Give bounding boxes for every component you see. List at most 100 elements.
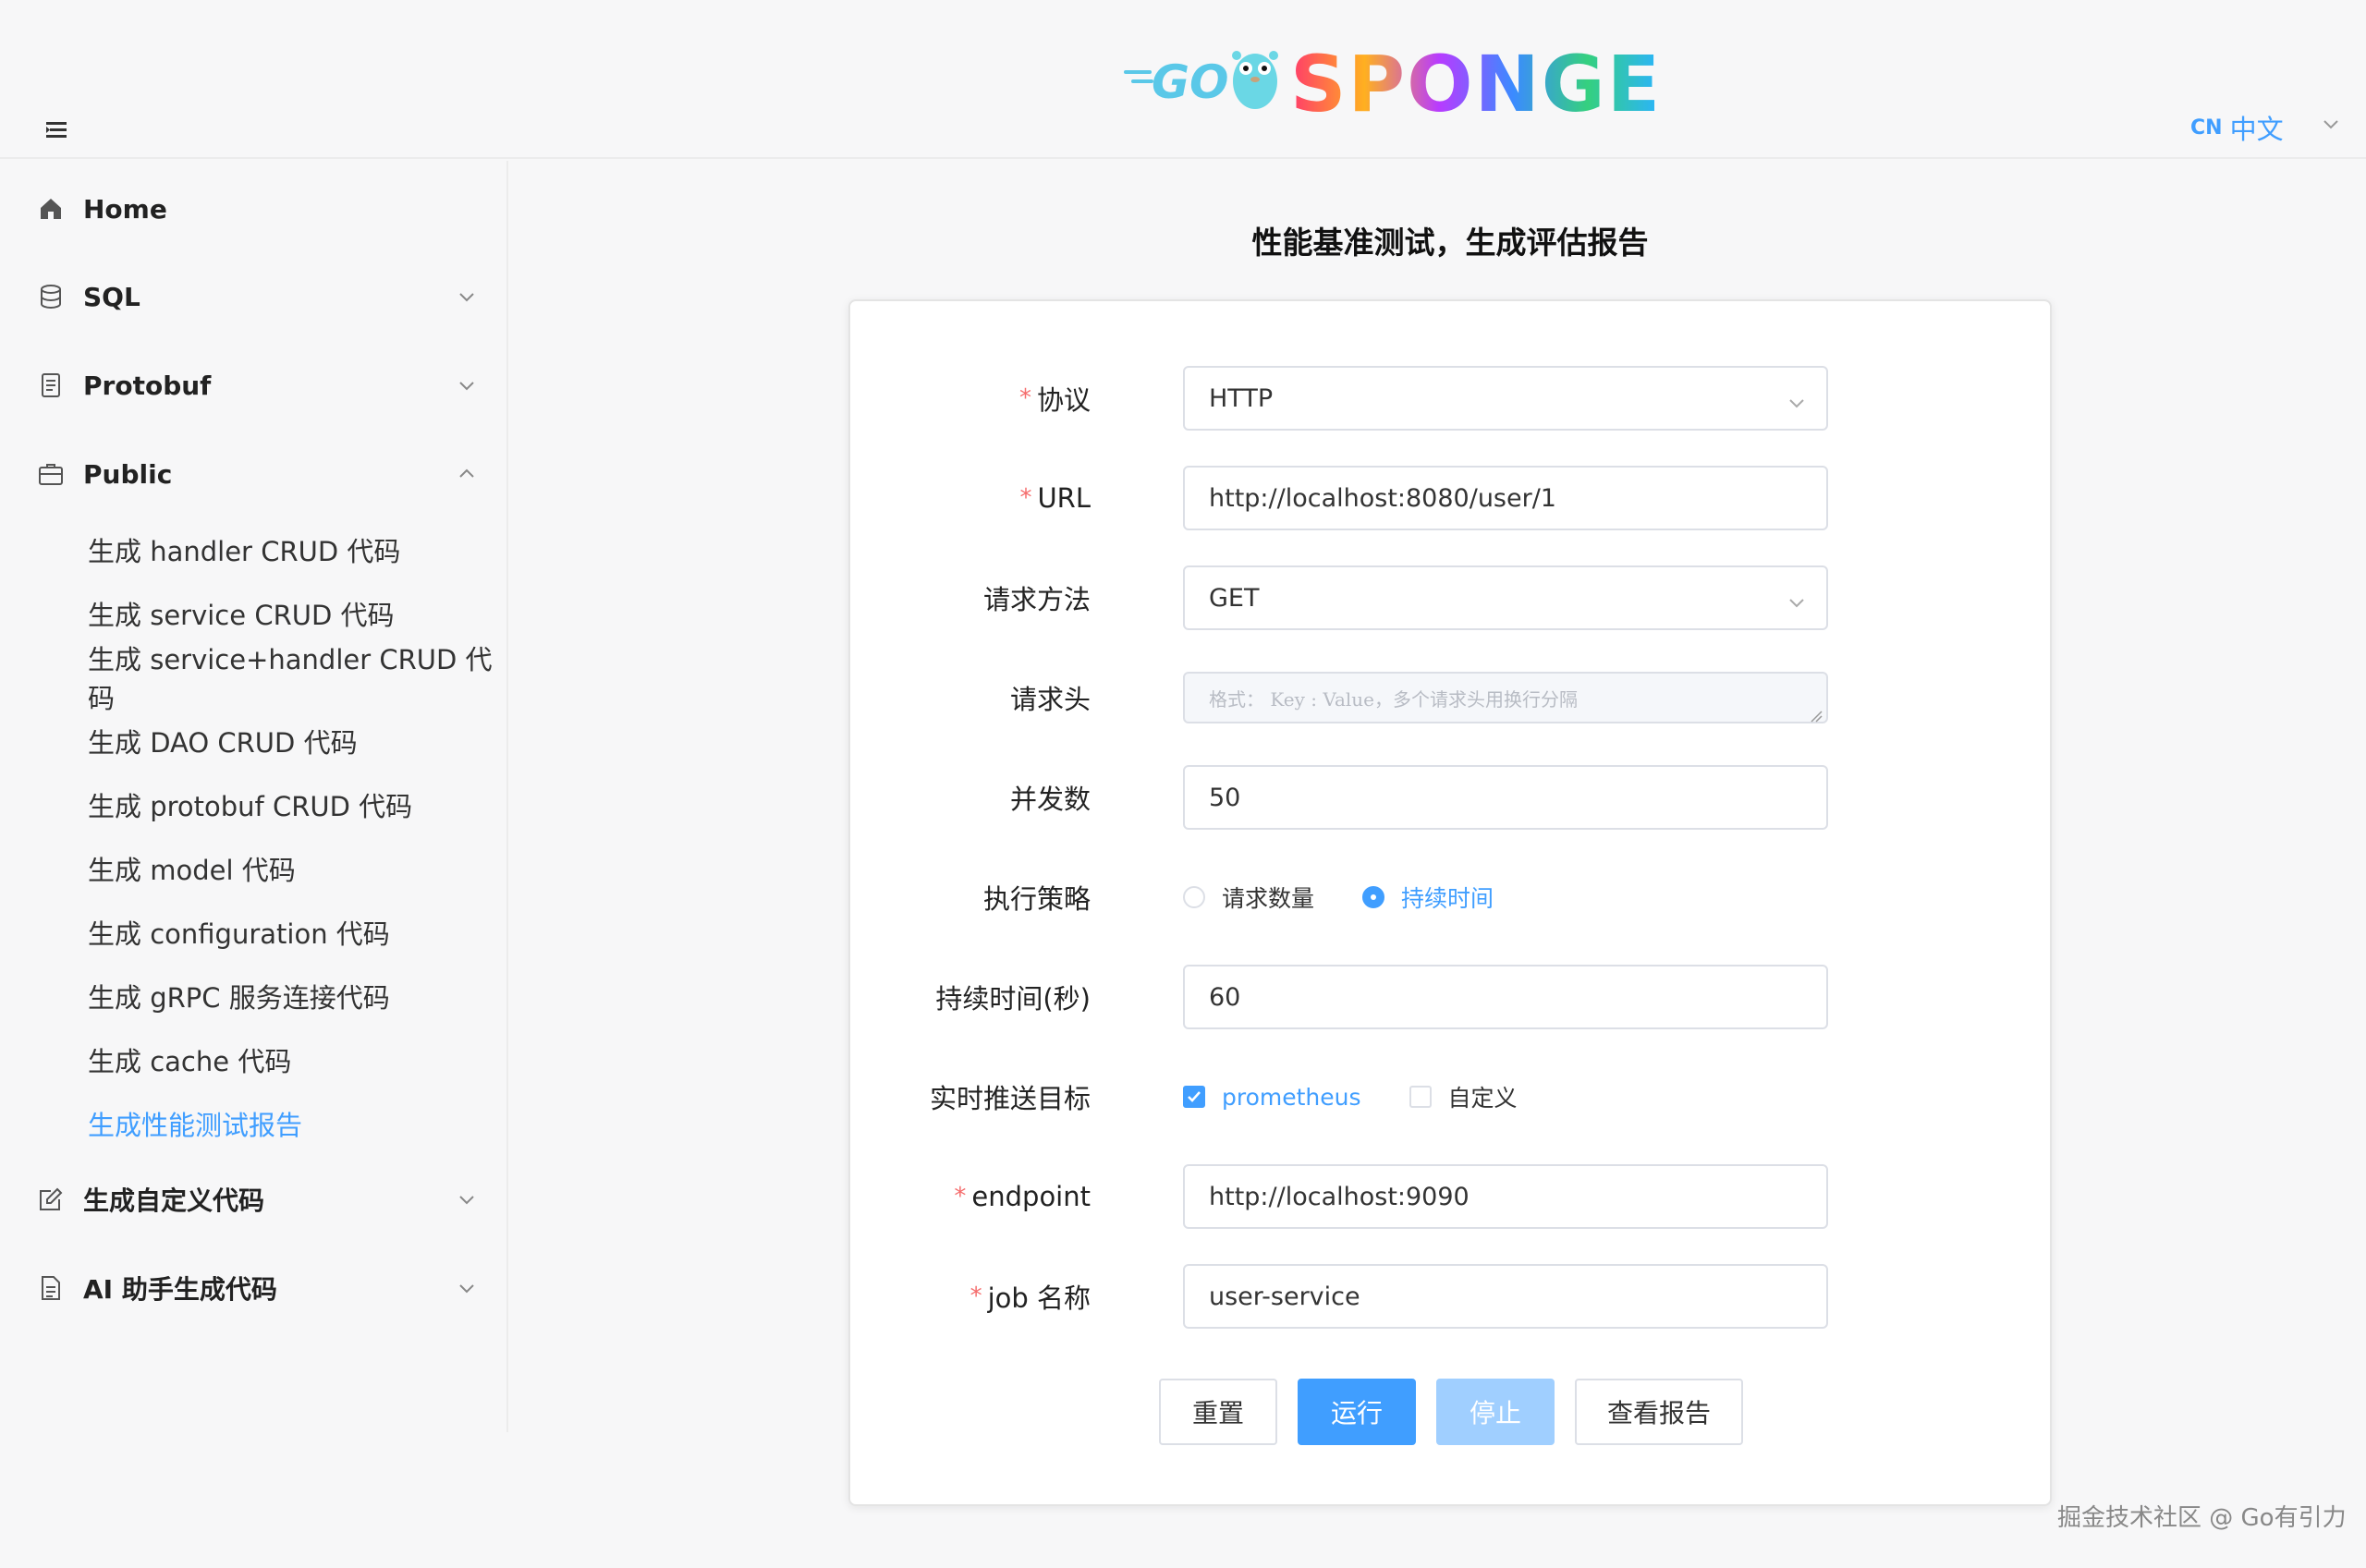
sidebar-subitem-label: 生成 handler CRUD 代码 (88, 536, 401, 567)
chevron-down-icon (457, 1278, 477, 1298)
sidebar-label: Public (83, 458, 173, 490)
resize-handle-icon[interactable] (1810, 705, 1823, 723)
sidebar-subitem[interactable]: 生成 gRPC 服务连接代码 (0, 967, 506, 1025)
sidebar-subitem[interactable]: 生成 cache 代码 (0, 1031, 506, 1088)
url-input[interactable]: http://localhost:8080/user/1 (1183, 466, 1828, 530)
chevron-down-icon (1787, 590, 1806, 608)
checkbox-label: prometheus (1222, 1083, 1361, 1111)
required-mark: * (970, 1282, 982, 1310)
chevron-up-icon (457, 464, 477, 484)
push-target-checkbox-group: prometheus 自定义 (1183, 1064, 1566, 1129)
chevron-down-icon[interactable] (2322, 115, 2340, 133)
document-icon (37, 371, 65, 399)
label-text: endpoint (971, 1181, 1091, 1212)
method-select[interactable]: GET (1183, 565, 1828, 630)
headers-label: 请求头 (1009, 684, 1091, 715)
form-row-headers: 请求头 格式： Key : Value，多个请求头用换行分隔 (850, 665, 2054, 730)
database-icon (37, 283, 65, 310)
url-label: * URL (1019, 466, 1091, 530)
top-header: GO SPONGE CN 中文 (0, 0, 2366, 159)
radio-label: 请求数量 (1222, 885, 1315, 912)
sidebar-subitem[interactable]: 生成 configuration 代码 (0, 904, 506, 961)
form-row-push-target: 实时推送目标 prometheus 自定义 (850, 1064, 2054, 1129)
sidebar-subitem[interactable]: 生成 service CRUD 代码 (0, 585, 506, 642)
svg-text:SPONGE: SPONGE (1290, 39, 1662, 129)
label-text: job 名称 (987, 1282, 1091, 1314)
sidebar-subitem[interactable]: 生成 service+handler CRUD 代码 (0, 644, 506, 714)
form-row-job-name: * job 名称 user-service (850, 1264, 2054, 1329)
form-row-concurrency: 并发数 50 (850, 765, 2054, 830)
sidebar-item-sql[interactable]: SQL (0, 264, 506, 329)
sidebar-subitem[interactable]: 生成 handler CRUD 代码 (0, 521, 506, 578)
push-target-label: 实时推送目标 (929, 1083, 1091, 1114)
input-value: http://localhost:9090 (1209, 1182, 1470, 1211)
input-value: 50 (1209, 783, 1241, 812)
radio-label: 持续时间 (1401, 885, 1494, 912)
sidebar-subitem-label: 生成 cache 代码 (88, 1046, 292, 1077)
concurrency-label: 并发数 (1009, 784, 1091, 815)
sidebar-subitem-label: 生成 gRPC 服务连接代码 (88, 982, 390, 1014)
sidebar-item-public[interactable]: Public (0, 442, 506, 506)
sidebar-subitem[interactable]: 生成 DAO CRUD 代码 (0, 712, 506, 770)
radio-request-count[interactable]: 请求数量 (1183, 881, 1314, 914)
language-switch[interactable]: CN 中文 (2190, 109, 2284, 146)
sidebar-subitem-label: 生成 protobuf CRUD 代码 (88, 791, 413, 822)
sidebar-subitem-label: 生成性能测试报告 (88, 1110, 303, 1141)
stop-button[interactable]: 停止 (1436, 1379, 1555, 1445)
duration-input[interactable]: 60 (1183, 965, 1828, 1029)
textarea-placeholder: 格式： Key : Value，多个请求头用换行分隔 (1209, 687, 1578, 711)
sidebar-subitem[interactable]: 生成 protobuf CRUD 代码 (0, 776, 506, 833)
form-row-url: * URL http://localhost:8080/user/1 (850, 466, 2054, 530)
radio-circle-checked (1362, 886, 1385, 908)
form-row-method: 请求方法 GET (850, 565, 2054, 630)
headers-textarea[interactable]: 格式： Key : Value，多个请求头用换行分隔 (1183, 672, 1828, 723)
checkbox-unchecked (1409, 1086, 1432, 1108)
checkbox-prometheus[interactable]: prometheus (1183, 1084, 1361, 1111)
concurrency-input[interactable]: 50 (1183, 765, 1828, 830)
sidebar-subitem-active[interactable]: 生成性能测试报告 (0, 1095, 506, 1152)
sidebar-subitem-label: 生成 configuration 代码 (88, 918, 390, 950)
svg-text:GO: GO (1152, 55, 1229, 109)
sponge-logo: GO SPONGE (1118, 37, 1673, 129)
sidebar-item-ai-code[interactable]: AI 助手生成代码 (0, 1256, 506, 1320)
lang-code: CN (2190, 115, 2223, 140)
select-value: HTTP (1209, 383, 1274, 413)
checkbox-custom[interactable]: 自定义 (1409, 1080, 1518, 1113)
reset-button[interactable]: 重置 (1159, 1379, 1277, 1445)
duration-label: 持续时间(秒) (935, 983, 1091, 1015)
input-value: user-service (1209, 1282, 1360, 1311)
radio-duration[interactable]: 持续时间 (1362, 881, 1494, 914)
lang-name: 中文 (2229, 114, 2284, 145)
sidebar-item-home[interactable]: Home (0, 176, 506, 241)
edit-icon (37, 1185, 65, 1213)
sidebar-subitem-label: 生成 service CRUD 代码 (88, 600, 395, 631)
menu-collapse-icon[interactable] (43, 118, 70, 142)
form-row-endpoint: * endpoint http://localhost:9090 (850, 1164, 2054, 1229)
strategy-label: 执行策略 (982, 883, 1091, 915)
required-mark: * (1018, 384, 1031, 412)
label-text: URL (1037, 482, 1091, 514)
sidebar-item-custom-code[interactable]: 生成自定义代码 (0, 1167, 506, 1232)
sidebar-subitem-label: 生成 model 代码 (88, 855, 296, 886)
strategy-radio-group: 请求数量 持续时间 (1183, 865, 1542, 930)
checkbox-checked (1183, 1086, 1205, 1108)
form-row-strategy: 执行策略 请求数量 持续时间 (850, 865, 2054, 930)
run-button[interactable]: 运行 (1298, 1379, 1416, 1445)
endpoint-label: * endpoint (954, 1164, 1091, 1229)
sidebar-label: Protobuf (83, 370, 212, 401)
endpoint-input[interactable]: http://localhost:9090 (1183, 1164, 1828, 1229)
label-text: 协议 (1036, 384, 1091, 416)
sidebar-label: SQL (83, 281, 140, 312)
sidebar-label: Home (83, 193, 167, 225)
benchmark-form-card: * 协议 HTTP * URL http://localhost:8080/user… (848, 299, 2052, 1506)
sidebar-subitem[interactable]: 生成 model 代码 (0, 840, 506, 897)
method-label: 请求方法 (982, 584, 1091, 615)
sidebar-subitem-label: 生成 service+handler CRUD 代码 (88, 644, 493, 714)
sidebar-item-protobuf[interactable]: Protobuf (0, 353, 506, 418)
job-name-input[interactable]: user-service (1183, 1264, 1828, 1329)
required-mark: * (954, 1183, 967, 1210)
protocol-select[interactable]: HTTP (1183, 366, 1828, 431)
required-mark: * (1019, 484, 1032, 512)
checkbox-label: 自定义 (1447, 1085, 1518, 1112)
view-report-button[interactable]: 查看报告 (1575, 1379, 1743, 1445)
